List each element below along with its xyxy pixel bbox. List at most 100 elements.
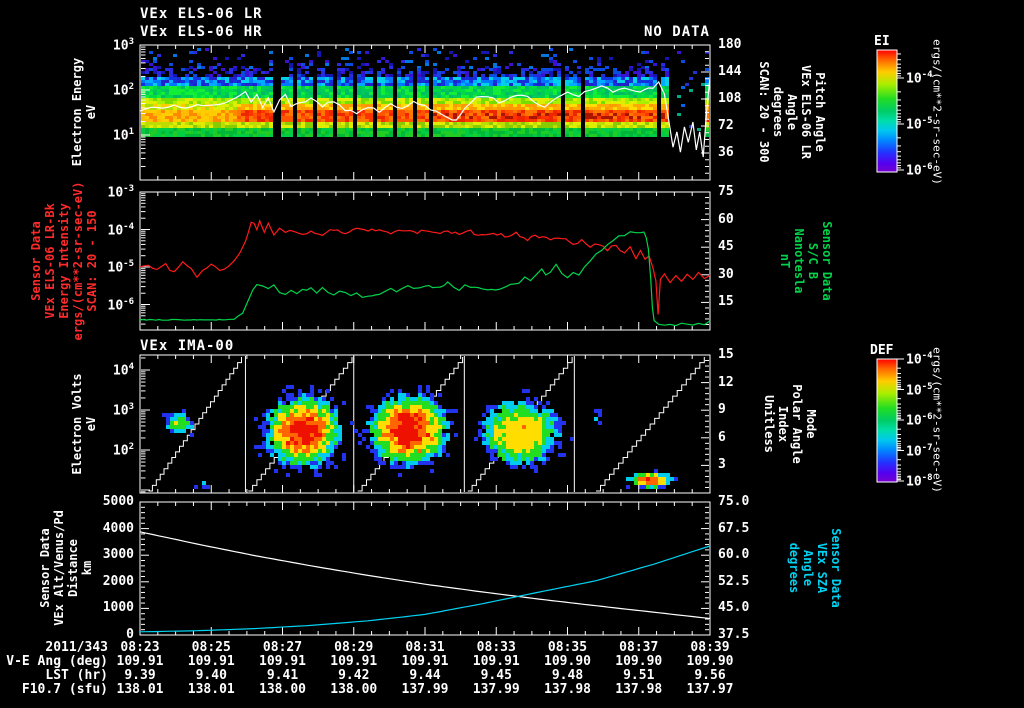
panel1-right-ytick: 72 bbox=[718, 118, 734, 133]
panel3-right-ytick: 15 bbox=[718, 347, 734, 362]
panel3-ytick: 102 bbox=[112, 442, 134, 459]
colorbar1-tick: 10-6 bbox=[906, 162, 933, 179]
footer-row1-value: 9.48 bbox=[551, 668, 584, 683]
axis-label-line: degrees bbox=[787, 542, 801, 594]
footer-time-value: 08:23 bbox=[120, 640, 160, 655]
footer-row1-value: 9.40 bbox=[195, 668, 227, 683]
vex-quicklook-plot: VEx ELS-06 LR VEx ELS-06 HR NO DATA VEx … bbox=[0, 0, 1024, 708]
axis-label-line: Nanotesla bbox=[792, 228, 806, 294]
panel1-right-ytick: 180 bbox=[718, 37, 742, 52]
footer-row0-value: 109.91 bbox=[401, 654, 449, 669]
panel4-ytick: 3000 bbox=[102, 547, 134, 563]
footer-row1-value: 9.42 bbox=[338, 668, 370, 683]
footer-row2-value: 138.00 bbox=[259, 682, 306, 697]
axis-label-line: Sensor Data bbox=[829, 528, 843, 608]
panel2-ytick: 10-3 bbox=[107, 184, 135, 201]
colorbar2-tick: 10-6 bbox=[906, 412, 933, 429]
footer-time-value: 08:27 bbox=[262, 640, 303, 655]
axis-label-line: Sensor Data bbox=[38, 528, 52, 608]
footer-row0-value: 109.91 bbox=[472, 654, 520, 669]
footer-time-value: 08:31 bbox=[405, 640, 445, 655]
panel4-ytick: 4000 bbox=[102, 520, 134, 536]
panel2-right-axis-label: Sensor Data S/C B Nanotesla nT bbox=[778, 221, 834, 300]
panel4-ytick: 1000 bbox=[102, 600, 134, 616]
axis-label-line: Angle bbox=[801, 549, 815, 587]
footer-row1-value: 9.56 bbox=[694, 668, 726, 683]
panel3-ytick: 103 bbox=[112, 402, 134, 419]
footer-row1-value: 9.44 bbox=[409, 668, 441, 683]
footer-row0-value: 109.91 bbox=[259, 654, 306, 669]
panel3-right-ytick: 9 bbox=[718, 402, 726, 418]
footer-row1-value: 9.39 bbox=[124, 668, 156, 683]
footer-row2-value: 137.97 bbox=[686, 682, 734, 697]
footer-time-label: 2011/343 bbox=[45, 640, 108, 655]
footer-row2-value: 138.01 bbox=[116, 682, 164, 697]
panel3-right-ytick: 3 bbox=[718, 457, 726, 473]
colorbar1-tick: 10-4 bbox=[906, 70, 933, 87]
panel3-left-axis-label: Electron Volts eV bbox=[70, 373, 98, 474]
footer-row1-value: 9.41 bbox=[266, 668, 299, 683]
panel4-right-axis-label: Sensor Data VEx SZA Angle degrees bbox=[787, 528, 843, 607]
axis-label-line: nT bbox=[778, 253, 792, 269]
colorbar1-title: EI bbox=[874, 34, 890, 49]
footer-row0-value: 109.91 bbox=[330, 654, 378, 669]
axis-label-line: Electron Energy bbox=[70, 57, 84, 167]
axis-label-line: Sensor Data bbox=[29, 221, 43, 301]
axis-label-line: VEx Alt/Venus/Pd bbox=[52, 510, 66, 626]
panel4-right-ytick: 75.0 bbox=[718, 494, 750, 509]
panel2-left-axis-label: Sensor Data VEx ELS-06 LR-Bk Energy Intens… bbox=[29, 182, 99, 341]
footer-row2-value: 137.99 bbox=[472, 682, 520, 697]
colorbar2-tick: 10-5 bbox=[906, 381, 933, 398]
panel2-ytick: 10-6 bbox=[107, 296, 135, 313]
footer-row0-value: 109.91 bbox=[187, 654, 235, 669]
axis-label-line: Index bbox=[776, 405, 790, 443]
colorbar2-title: DEF bbox=[870, 343, 894, 358]
colorbar2-tick: 10-4 bbox=[906, 351, 933, 368]
panel3-right-ytick: 6 bbox=[718, 429, 726, 445]
panel3-ytick: 104 bbox=[112, 362, 134, 379]
panel1-left-axis-label: Electron Energy eV bbox=[70, 58, 98, 166]
no-data-label: NO DATA bbox=[643, 24, 710, 40]
title-els-lr: VEx ELS-06 LR bbox=[140, 6, 263, 22]
axis-label-line: S/C B bbox=[806, 242, 820, 280]
panel3-right-ytick: 12 bbox=[718, 374, 734, 390]
axis-label-line: ergs/(cm**2-sr-sec-eV) bbox=[71, 181, 85, 341]
colorbar2-tick: 10-7 bbox=[906, 442, 933, 459]
footer-time-value: 08:35 bbox=[547, 640, 588, 655]
panel2-right-ytick: 60 bbox=[718, 211, 734, 227]
panel3-right-axis-label: Mode Polar Angle Index Unitless bbox=[762, 384, 818, 463]
footer-row0-label: V-E Ang (deg) bbox=[6, 654, 108, 669]
panel2-right-ytick: 45 bbox=[718, 239, 734, 255]
footer-row2-value: 137.99 bbox=[401, 682, 449, 697]
footer-row2-value: 137.98 bbox=[544, 682, 591, 697]
footer-row0-value: 109.90 bbox=[544, 654, 591, 669]
colorbar2-tick: 10-8 bbox=[906, 473, 933, 490]
panel1-ytick: 102 bbox=[112, 82, 134, 99]
footer-row0-value: 109.90 bbox=[686, 654, 734, 669]
footer-row1-label: LST (hr) bbox=[45, 668, 108, 683]
panel1-right-ytick: 36 bbox=[718, 145, 734, 160]
footer-row2-value: 137.98 bbox=[615, 682, 663, 697]
footer-row1-value: 9.51 bbox=[623, 668, 655, 683]
footer-row2-label: F10.7 (sfu) bbox=[21, 682, 108, 697]
panel2-right-ytick: 75 bbox=[718, 184, 734, 199]
axis-label-line: degrees bbox=[771, 86, 785, 138]
colorbar1-tick: 10-5 bbox=[906, 116, 933, 133]
title-els-hr: VEx ELS-06 HR bbox=[140, 24, 263, 40]
footer-time-value: 08:25 bbox=[191, 640, 231, 655]
panel2-right-ytick: 15 bbox=[718, 294, 734, 310]
panel4-ytick: 5000 bbox=[102, 494, 134, 509]
axis-label-line: eV bbox=[84, 416, 98, 432]
panel1-right-ytick: 108 bbox=[718, 91, 742, 106]
axis-label-line: eV bbox=[84, 104, 98, 120]
footer-row2-value: 138.00 bbox=[330, 682, 378, 697]
panel4-right-ytick: 60.0 bbox=[718, 547, 750, 563]
panel4-ytick: 2000 bbox=[102, 573, 134, 589]
panel2-ytick: 10-5 bbox=[107, 259, 135, 276]
axis-label-line: Electron Volts bbox=[70, 373, 84, 475]
axis-label-line: VEx ELS-06 LR bbox=[799, 65, 813, 159]
footer-row2-value: 138.01 bbox=[187, 682, 235, 697]
panel2-right-ytick: 30 bbox=[718, 266, 734, 282]
footer-row1-value: 9.45 bbox=[480, 668, 512, 683]
footer-time-value: 08:29 bbox=[334, 640, 374, 655]
